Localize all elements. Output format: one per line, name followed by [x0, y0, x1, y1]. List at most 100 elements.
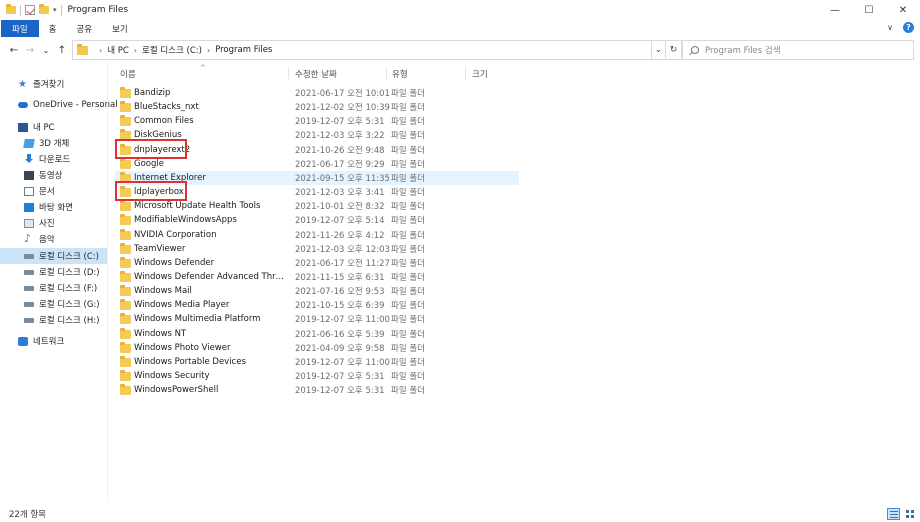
file-row[interactable]: Bandizip 2021-06-17 오전 10:01 파일 폴더: [115, 86, 519, 100]
folder-icon: [120, 313, 131, 325]
maximize-button[interactable]: ☐: [852, 0, 886, 20]
address-tools: ⌄ ↻: [652, 40, 682, 60]
drive-icon: [24, 253, 34, 259]
refresh-button[interactable]: ↻: [666, 40, 682, 60]
recent-locations-button[interactable]: ⌄: [38, 40, 54, 60]
breadcrumb-this-pc[interactable]: 내 PC: [107, 44, 129, 56]
file-row[interactable]: Common Files 2019-12-07 오후 5:31 파일 폴더: [115, 114, 519, 128]
help-icon[interactable]: ?: [903, 22, 914, 33]
network-icon: [18, 336, 28, 346]
file-row[interactable]: Windows NT 2021-06-16 오후 5:39 파일 폴더: [115, 327, 519, 341]
file-row[interactable]: Windows Multimedia Platform 2019-12-07 오후…: [115, 312, 519, 326]
sidebar-item-local-disk-h[interactable]: 로컬 디스크 (H:): [0, 312, 107, 328]
back-button[interactable]: ←: [6, 40, 22, 60]
chevron-right-icon[interactable]: ›: [207, 46, 210, 55]
file-date: 2021-06-17 오전 9:29: [295, 159, 385, 170]
sidebar-item-pictures[interactable]: 사진: [0, 215, 107, 231]
folder-icon: [120, 214, 131, 226]
file-row[interactable]: Windows Photo Viewer 2021-04-09 오후 9:58 파일…: [115, 341, 519, 355]
tab-share[interactable]: 공유: [66, 20, 102, 37]
file-type: 파일 폴더: [391, 230, 425, 241]
file-row[interactable]: Microsoft Update Health Tools 2021-10-01 …: [115, 199, 519, 213]
details-view-button[interactable]: [887, 508, 900, 520]
pane-splitter[interactable]: [107, 62, 108, 502]
column-header-name[interactable]: 이름: [120, 66, 136, 82]
file-row[interactable]: TeamViewer 2021-12-03 오후 12:03 파일 폴더: [115, 242, 519, 256]
folder-icon: [6, 4, 16, 14]
sidebar-item-local-disk-f[interactable]: 로컬 디스크 (F:): [0, 280, 107, 296]
highlight-box: [115, 139, 187, 159]
file-row[interactable]: Windows Mail 2021-07-16 오전 9:53 파일 폴더: [115, 284, 519, 298]
sidebar-item-label: 문서: [39, 187, 55, 197]
sidebar-item-documents[interactable]: 문서: [0, 183, 107, 199]
download-icon: [24, 154, 34, 164]
chevron-right-icon[interactable]: ›: [99, 46, 102, 55]
sidebar-item-music[interactable]: ♪ 음악: [0, 231, 107, 247]
sidebar-item-network[interactable]: 네트워크: [0, 333, 107, 349]
file-row[interactable]: ModifiableWindowsApps 2019-12-07 오후 5:14 파…: [115, 213, 519, 227]
column-divider[interactable]: [386, 67, 387, 80]
minimize-button[interactable]: —: [818, 0, 852, 20]
properties-icon[interactable]: [25, 5, 35, 15]
file-type: 파일 폴더: [391, 117, 425, 128]
up-button[interactable]: ↑: [54, 40, 70, 60]
column-header-date[interactable]: 수정한 날짜: [295, 66, 337, 82]
breadcrumb-local-disk-c[interactable]: 로컬 디스크 (C:): [142, 44, 202, 56]
sidebar-item-videos[interactable]: 동영상: [0, 167, 107, 183]
large-icons-view-icon: [905, 510, 914, 518]
file-row[interactable]: Windows Defender 2021-06-17 오전 11:27 파일 폴더: [115, 256, 519, 270]
folder-icon: [120, 115, 131, 127]
folder-icon: [120, 200, 131, 212]
navigation-bar: ← → ⌄ ↑ › 내 PC › 로컬 디스크 (C:) › Program F…: [0, 38, 920, 62]
column-header-type[interactable]: 유형: [392, 66, 408, 82]
highlight-box: [115, 181, 187, 201]
sidebar-item-local-disk-d[interactable]: 로컬 디스크 (D:): [0, 264, 107, 280]
folder-icon: [120, 256, 131, 268]
file-name: ModifiableWindowsApps: [134, 215, 237, 226]
customize-toolbar-dropdown[interactable]: ▾: [53, 6, 57, 14]
sidebar-item-local-disk-c[interactable]: 로컬 디스크 (C:): [0, 248, 107, 264]
sidebar-item-onedrive[interactable]: OneDrive - Personal: [0, 97, 118, 113]
sidebar-item-desktop[interactable]: 바탕 화면: [0, 199, 107, 215]
file-name: TeamViewer: [134, 243, 186, 254]
column-header-size[interactable]: 크기: [472, 66, 488, 82]
tab-file[interactable]: 파일: [1, 20, 39, 37]
file-row[interactable]: Windows Security 2019-12-07 오후 5:31 파일 폴더: [115, 369, 519, 383]
sidebar-item-3d-objects[interactable]: 3D 개체: [0, 135, 107, 151]
sidebar-item-local-disk-g[interactable]: 로컬 디스크 (G:): [0, 296, 107, 312]
file-row[interactable]: BlueStacks_nxt 2021-12-02 오전 10:39 파일 폴더: [115, 100, 519, 114]
file-row[interactable]: Windows Defender Advanced Threat Pr... 20…: [115, 270, 519, 284]
file-type: 파일 폴더: [391, 188, 425, 199]
sidebar-item-downloads[interactable]: 다운로드: [0, 151, 107, 167]
tab-home[interactable]: 홈: [39, 20, 67, 37]
file-row[interactable]: Windows Portable Devices 2019-12-07 오후 11…: [115, 355, 519, 369]
tab-view[interactable]: 보기: [102, 20, 138, 37]
search-input[interactable]: Program Files 검색: [682, 40, 914, 60]
file-date: 2021-11-26 오후 4:12: [295, 230, 385, 241]
column-divider[interactable]: [288, 67, 289, 80]
large-icons-view-button[interactable]: [903, 508, 916, 520]
forward-button[interactable]: →: [22, 40, 38, 60]
address-history-dropdown[interactable]: ⌄: [652, 40, 666, 60]
sidebar-item-quick-access[interactable]: ★ 즐겨찾기: [0, 76, 107, 92]
chevron-right-icon[interactable]: ›: [134, 46, 137, 55]
sidebar-item-this-pc[interactable]: 내 PC: [0, 119, 107, 135]
file-type: 파일 폴더: [391, 131, 425, 142]
new-folder-icon[interactable]: [39, 4, 49, 14]
column-divider[interactable]: [465, 67, 466, 80]
file-date: 2021-12-03 오후 12:03: [295, 244, 390, 255]
file-date: 2021-04-09 오후 9:58: [295, 343, 385, 354]
close-button[interactable]: ✕: [886, 0, 920, 20]
file-row[interactable]: WindowsPowerShell 2019-12-07 오후 5:31 파일 폴더: [115, 383, 519, 397]
expand-ribbon-icon[interactable]: ∨: [887, 23, 893, 32]
file-name: Windows Defender: [134, 257, 215, 268]
breadcrumb-program-files[interactable]: Program Files: [215, 45, 272, 55]
file-row[interactable]: Windows Media Player 2021-10-15 오후 6:39 파일…: [115, 298, 519, 312]
cube-icon: [23, 138, 35, 148]
title-bar: ▾ Program Files — ☐ ✕: [0, 0, 920, 20]
window-title: Program Files: [67, 5, 129, 15]
file-row[interactable]: NVIDIA Corporation 2021-11-26 오후 4:12 파일 폴…: [115, 228, 519, 242]
drive-icon: [24, 317, 34, 323]
navigation-pane: ★ 즐겨찾기 OneDrive - Personal 내 PC 3D 개체 다운…: [0, 62, 118, 502]
address-bar[interactable]: › 내 PC › 로컬 디스크 (C:) › Program Files: [72, 40, 652, 60]
